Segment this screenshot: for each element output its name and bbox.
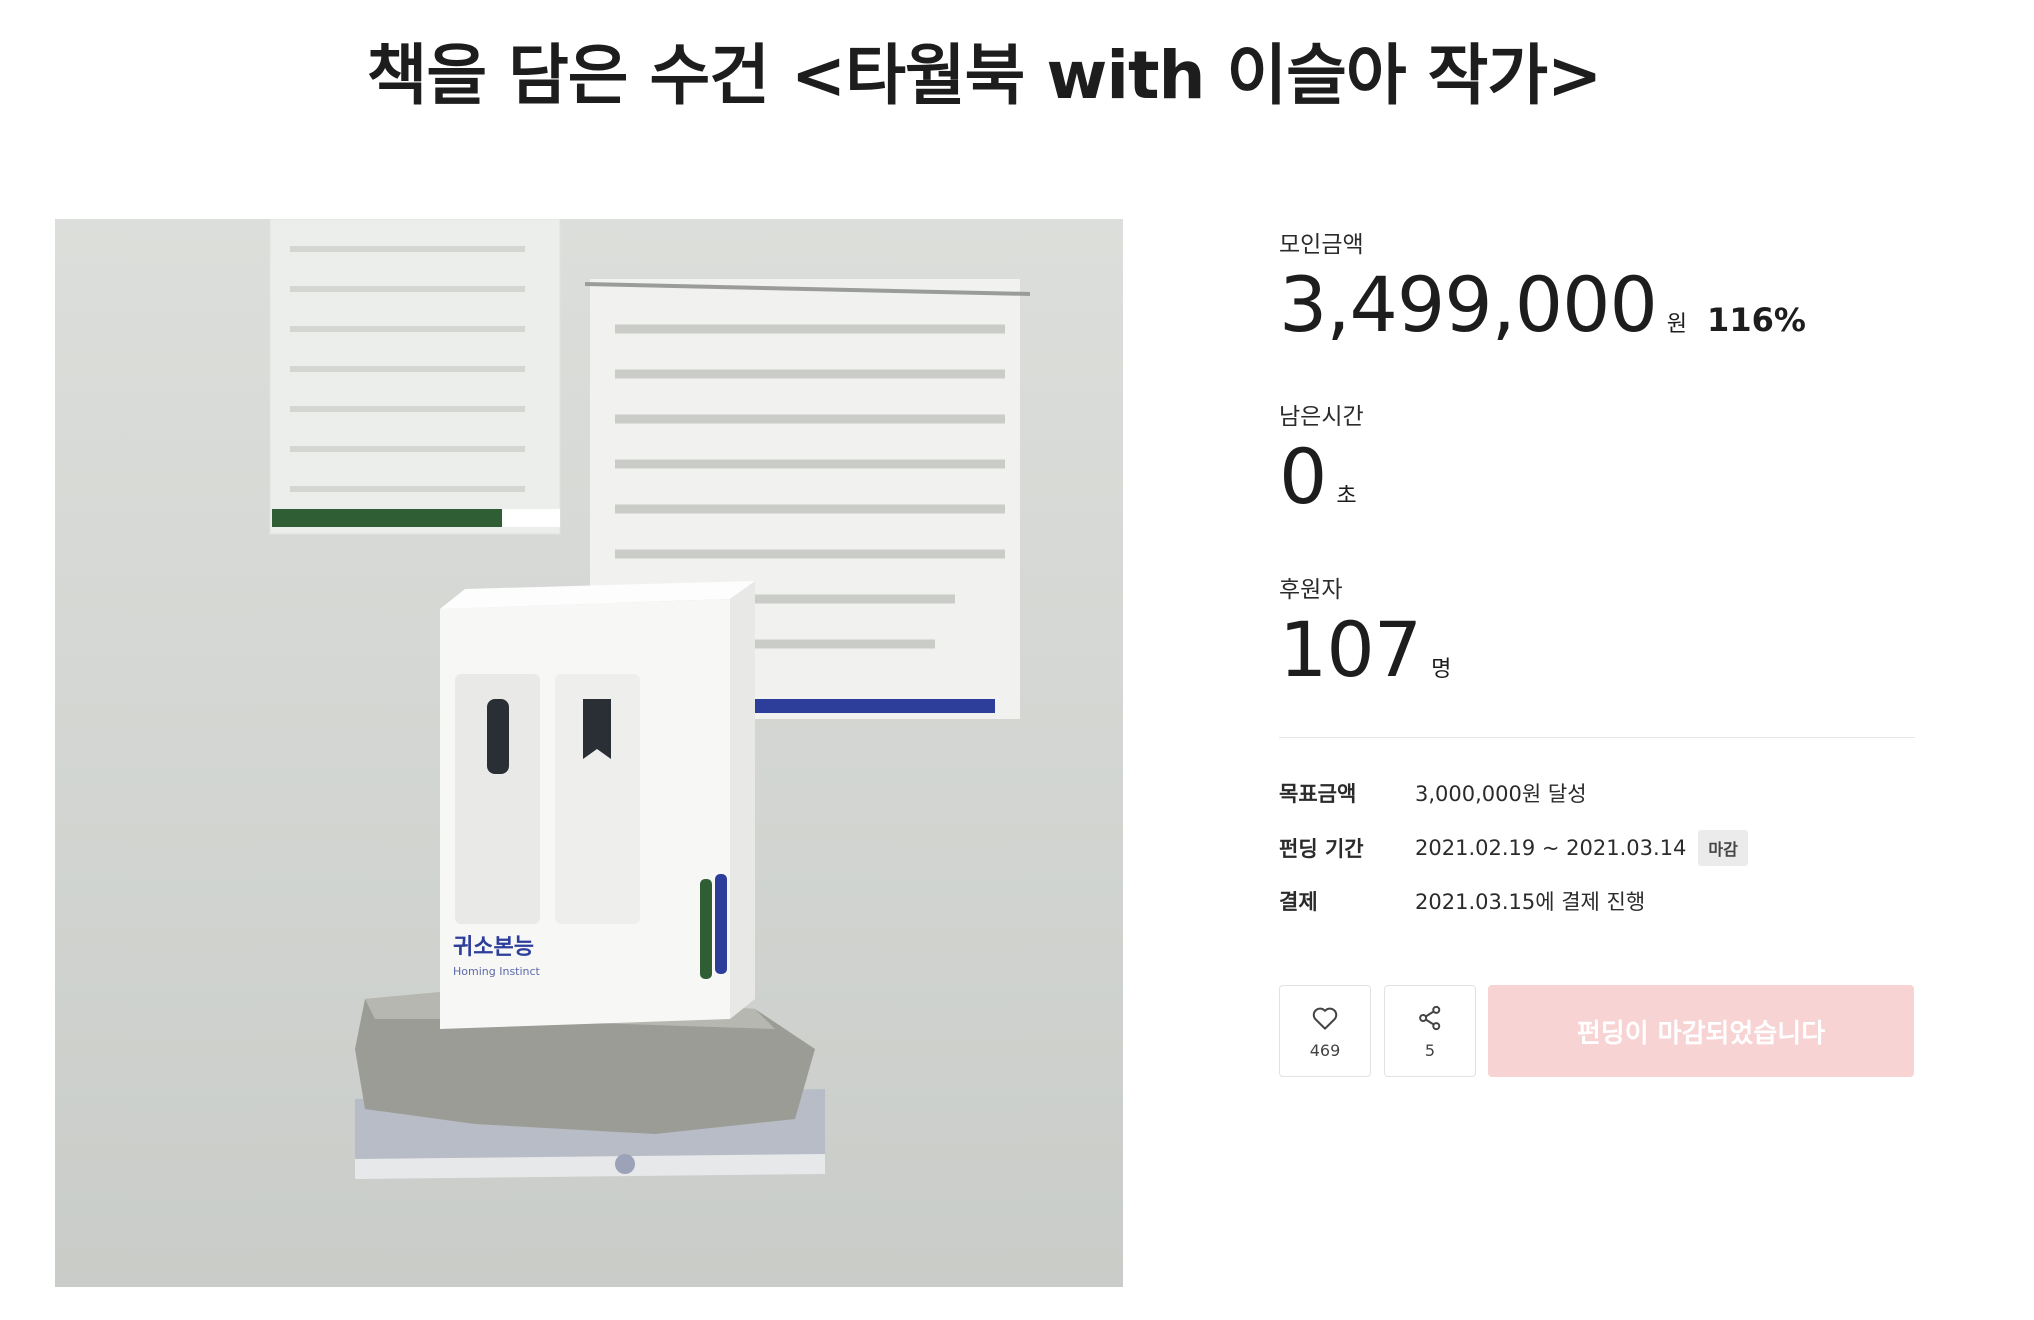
box-subtitle-text: Homing Instinct	[453, 965, 541, 978]
time-left-unit: 초	[1336, 484, 1357, 509]
share-count: 5	[1424, 1040, 1436, 1060]
raised-unit: 원	[1666, 312, 1688, 337]
backers-row: 107 명	[1279, 605, 1451, 694]
like-count: 469	[1309, 1040, 1341, 1060]
period-key: 펀딩 기간	[1279, 837, 1364, 861]
achievement-percent: 116%	[1707, 301, 1806, 339]
raised-row: 3,499,000 원 116%	[1279, 260, 1806, 349]
period-row: 펀딩 기간 2021.02.19 ~ 2021.03.14 마감	[1279, 830, 1748, 866]
time-left-row: 0 초	[1279, 432, 1357, 521]
backers-unit: 명	[1431, 657, 1452, 682]
box-title-text: 귀소본능	[453, 935, 534, 960]
payment-value: 2021.03.15에 결제 진행	[1415, 890, 1646, 914]
project-page: 책을 담은 수건 <타월북 with 이슬아 작가> 귀소본능 Homing I…	[0, 0, 2034, 1320]
backers-label: 후원자	[1279, 577, 1343, 603]
project-title: 책을 담은 수건 <타월북 with 이슬아 작가>	[366, 37, 1603, 114]
goal-key: 목표금액	[1279, 782, 1357, 806]
closed-badge: 마감	[1698, 830, 1748, 866]
product-photo-illustration: 귀소본능 Homing Instinct	[269, 219, 1031, 1179]
heart-icon	[1312, 1007, 1338, 1030]
funding-closed-button[interactable]: 펀딩이 마감되었습니다	[1488, 985, 1914, 1077]
payment-key: 결제	[1279, 890, 1318, 914]
panel-divider	[1279, 737, 1915, 738]
raised-label: 모인금액	[1279, 232, 1364, 258]
goal-row: 목표금액 3,000,000원 달성	[1279, 778, 1587, 808]
backers-count: 107	[1279, 605, 1422, 694]
time-left-value: 0	[1279, 432, 1327, 521]
time-left-label: 남은시간	[1279, 404, 1364, 430]
payment-row: 결제 2021.03.15에 결제 진행	[1279, 886, 1645, 916]
raised-amount: 3,499,000	[1279, 260, 1658, 349]
share-icon	[1419, 1005, 1441, 1030]
share-button[interactable]: 5	[1384, 985, 1476, 1077]
product-image: 귀소본능 Homing Instinct	[55, 219, 1123, 1287]
like-button[interactable]: 469	[1279, 985, 1371, 1077]
goal-value: 3,000,000원 달성	[1415, 782, 1587, 806]
period-value: 2021.02.19 ~ 2021.03.14	[1415, 836, 1687, 860]
